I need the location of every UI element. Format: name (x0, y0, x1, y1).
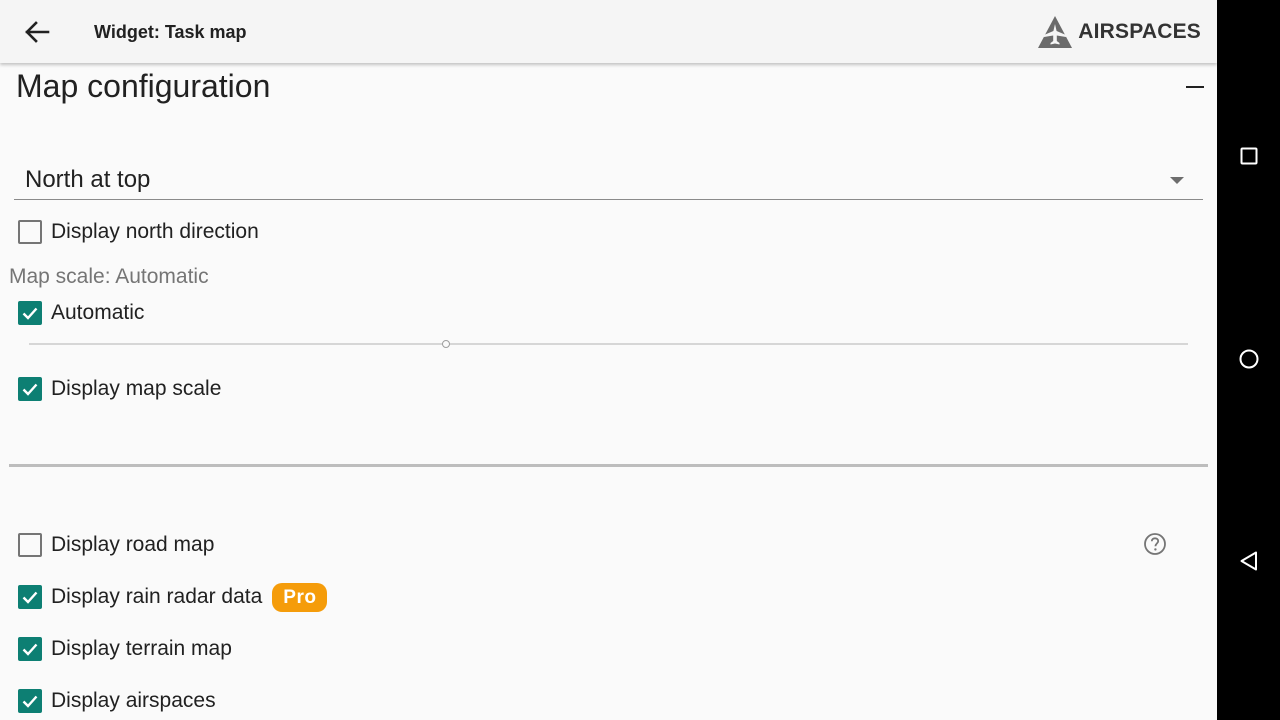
automatic-scale-checkbox[interactable]: Automatic (18, 298, 144, 328)
system-navigation-bar (1217, 0, 1280, 720)
section-divider (9, 464, 1208, 467)
slider-thumb[interactable] (442, 340, 450, 348)
checkbox-unchecked-icon (18, 220, 42, 244)
checkbox-unchecked-icon (18, 533, 42, 557)
brand-logo: AIRSPACES (1037, 14, 1201, 50)
arrow-back-icon (25, 21, 50, 43)
checkbox-checked-icon (18, 637, 42, 661)
top-app-bar: Widget: Task map AIRSPACES (0, 0, 1217, 63)
display-rain-radar-checkbox[interactable]: Display rain radar data Pro (18, 582, 328, 612)
triangle-back-icon (1240, 551, 1257, 571)
toolbar-title: Widget: Task map (94, 22, 247, 42)
display-north-direction-checkbox[interactable]: Display north direction (18, 217, 259, 247)
checkbox-label: Display road map (51, 533, 215, 556)
display-airspaces-checkbox[interactable]: Display airspaces (18, 686, 216, 716)
display-map-scale-checkbox[interactable]: Display map scale (18, 374, 221, 404)
recents-button[interactable] (1233, 140, 1265, 172)
checkbox-label: Display terrain map (51, 637, 232, 660)
pro-badge: Pro (272, 582, 328, 612)
circle-icon (1239, 349, 1259, 369)
square-icon (1240, 147, 1258, 165)
help-circle-icon[interactable] (1143, 532, 1167, 556)
app-screen: Widget: Task map AIRSPACES Map configura… (0, 0, 1217, 720)
display-terrain-map-checkbox[interactable]: Display terrain map (18, 634, 232, 664)
brand-text: AIRSPACES (1078, 20, 1201, 43)
dropdown-value: North at top (25, 166, 151, 193)
minus-icon (1186, 86, 1204, 88)
checkbox-checked-icon (18, 585, 42, 609)
back-button[interactable] (18, 13, 56, 51)
checkbox-checked-icon (18, 377, 42, 401)
slider-track (29, 343, 1188, 345)
checkbox-checked-icon (18, 301, 42, 325)
map-scale-caption: Map scale: Automatic (9, 265, 209, 288)
checkbox-label: Display north direction (51, 220, 259, 243)
display-road-map-checkbox[interactable]: Display road map (18, 530, 214, 560)
triangle-down-icon (1170, 177, 1184, 184)
home-button[interactable] (1233, 343, 1265, 375)
collapse-button[interactable] (1178, 72, 1212, 104)
checkbox-label: Automatic (51, 301, 145, 324)
map-orientation-dropdown[interactable]: North at top (14, 160, 1203, 200)
checkbox-label: Display airspaces (51, 689, 216, 712)
map-scale-slider[interactable] (29, 334, 1188, 354)
checkbox-label: Display map scale (51, 377, 222, 400)
nav-back-button[interactable] (1233, 545, 1265, 577)
checkbox-checked-icon (18, 689, 42, 713)
section-title: Map configuration (16, 68, 271, 104)
checkbox-label: Display rain radar data (51, 585, 263, 608)
airspaces-logo-icon (1038, 16, 1073, 48)
